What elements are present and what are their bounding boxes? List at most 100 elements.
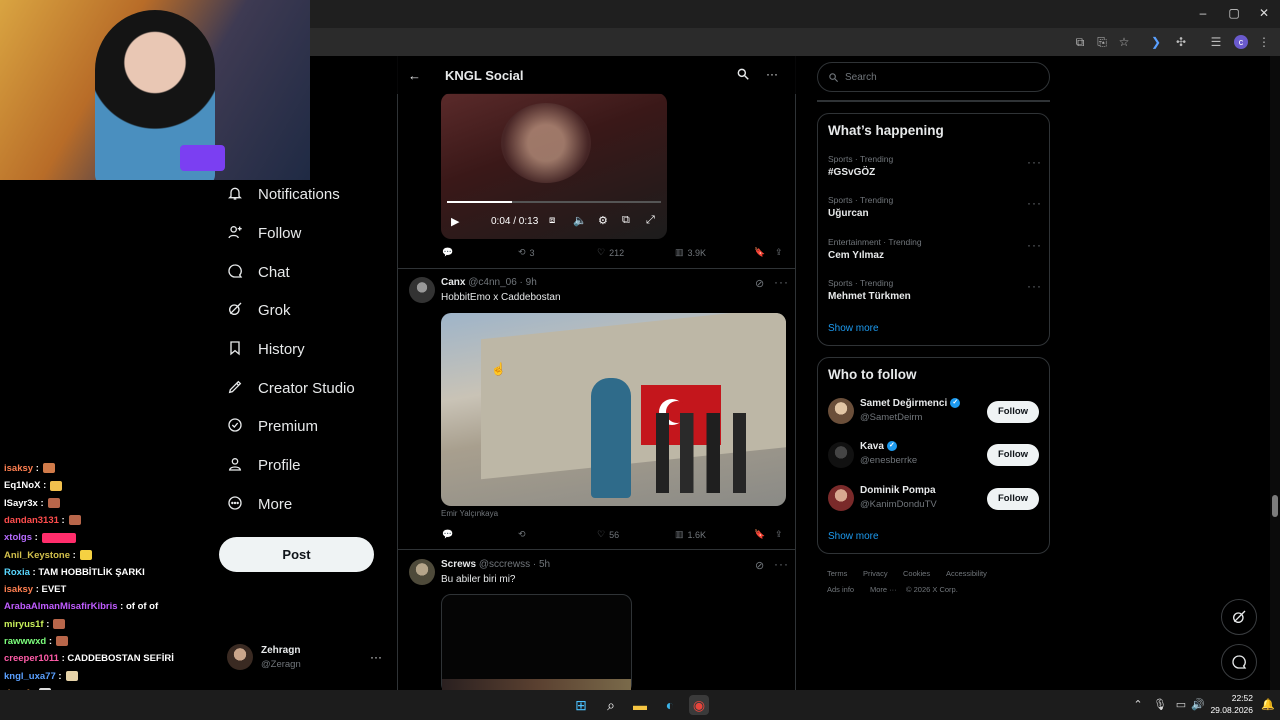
user-avatar[interactable] [828,398,854,424]
author-name: Canx [441,277,466,288]
bookmark-star-icon[interactable]: ☆ [1116,35,1132,49]
tweet-avatar[interactable] [409,559,435,585]
close-window-button[interactable]: ✕ [1254,6,1274,20]
tweet-author[interactable]: Canx @c4nn_06 · 9h [441,277,537,288]
reply-button[interactable]: 💬 [442,247,453,258]
search-box[interactable]: Search [817,62,1050,92]
nav-grok[interactable]: Grok [226,296,291,324]
account-menu-icon[interactable]: ··· [370,650,382,664]
footer-more[interactable]: More ··· [870,585,897,594]
follow-show-more[interactable]: Show more [828,531,879,542]
minimize-button[interactable]: – [1193,6,1213,20]
follow-button[interactable]: Follow [987,401,1039,423]
trend-more-icon[interactable]: ··· [1027,238,1042,252]
follow-button[interactable]: Follow [987,444,1039,466]
user-avatar[interactable] [828,442,854,468]
view-count: 1.6K [687,529,707,540]
browser-profile-icon[interactable]: c [1234,35,1248,49]
user-name[interactable]: Kava ✓ [860,441,897,452]
tweet-more-icon[interactable]: ··· [774,557,789,571]
share-button[interactable]: ⇪ [775,529,783,540]
trends-show-more[interactable]: Show more [828,323,879,334]
account-avatar[interactable] [227,644,253,670]
share-button[interactable]: ⇪ [775,247,783,258]
edge-browser-icon[interactable]: ◐ [660,695,680,715]
volume-icon[interactable]: 🔈 [573,214,587,227]
tweet-author[interactable]: Screws @sccrewss · 5h [441,559,550,570]
nav-notifications[interactable]: Notifications [226,180,340,208]
trend-name[interactable]: Cem Yılmaz [828,250,884,261]
like-button[interactable]: ♡ 212 [597,247,624,258]
follow-button[interactable]: Follow [987,488,1039,510]
reply-button[interactable]: 💬 [442,529,453,540]
user-name[interactable]: Samet Değirmenci ✓ [860,398,961,409]
play-icon[interactable]: ▶ [451,215,459,228]
messages-fab[interactable] [1221,644,1257,680]
taskbar-date[interactable]: 29.08.2026 [1204,705,1253,715]
trend-more-icon[interactable]: ··· [1027,196,1042,210]
footer-ads-info[interactable]: Ads info [827,585,854,594]
browser-menu-icon[interactable]: ⋮ [1256,35,1272,49]
maximize-button[interactable]: ▢ [1224,6,1244,20]
translate-icon[interactable]: ⧉ [1072,35,1088,50]
page-scrollbar[interactable] [1270,56,1280,690]
bookmark-button[interactable]: 🔖 [754,529,765,540]
windows-start-icon[interactable]: ⊞ [571,695,591,715]
chat-text: TAM HOBBİTLİK ŞARKI [35,566,145,578]
views-button[interactable]: ▥ 1.6K [675,529,706,540]
search-icon[interactable] [736,67,750,86]
chrome-browser-icon[interactable]: ◉ [689,695,709,715]
trend-name[interactable]: Mehmet Türkmen [828,291,911,302]
nav-chat[interactable]: Chat [226,258,290,286]
tab-search-icon[interactable]: ☰ [1208,35,1224,49]
taskbar-clock[interactable]: 22:52 [1213,693,1253,703]
tweet-media[interactable] [441,594,632,690]
footer-privacy[interactable]: Privacy [863,569,888,578]
tweet-more-icon[interactable]: ··· [774,275,789,289]
nav-history[interactable]: History [226,335,305,363]
footer-accessibility[interactable]: Accessibility [946,569,987,578]
tray-mic-icon[interactable]: 🎙 [1150,695,1170,715]
webcam-overlay [0,0,310,180]
captions-icon[interactable]: ⧈ [549,215,555,226]
nav-more[interactable]: More [226,490,292,518]
footer-terms[interactable]: Terms [827,569,847,578]
scrollbar-thumb[interactable] [1272,495,1278,517]
nav-premium[interactable]: Premium [226,412,318,440]
settings-icon[interactable]: ⚙ [598,214,608,227]
post-button[interactable]: Post [219,537,374,572]
video-player[interactable]: ▶ 0:04 / 0:13 ⧈ 🔈 ⚙ ⧉ ⤢ [441,93,667,239]
nav-creator-studio[interactable]: Creator Studio [226,374,355,402]
user-avatar[interactable] [828,485,854,511]
trend-more-icon[interactable]: ··· [1027,155,1042,169]
trend-name[interactable]: #GSvGÖZ [828,167,875,178]
extension-icon[interactable]: ❯ [1148,35,1164,49]
grok-analyze-icon[interactable]: ⊘ [755,559,764,572]
trend-name[interactable]: Uğurcan [828,208,869,219]
like-button[interactable]: ♡ 56 [597,529,619,540]
header-more-icon[interactable]: ··· [766,67,778,81]
trend-more-icon[interactable]: ··· [1027,279,1042,293]
user-name[interactable]: Dominik Pompa [860,485,936,496]
repost-button[interactable]: ⟲ 3 [518,247,535,258]
file-explorer-icon[interactable]: ▬ [630,695,650,715]
tweet-avatar[interactable] [409,277,435,303]
back-arrow-icon[interactable]: ← [408,68,421,83]
tray-chevron-icon[interactable]: ⌃ [1128,695,1148,715]
taskbar-search-icon[interactable]: ⌕ [601,695,621,715]
grok-fab[interactable] [1221,599,1257,635]
tweet-image[interactable] [441,313,786,506]
fullscreen-icon[interactable]: ⤢ [646,214,655,227]
grok-analyze-icon[interactable]: ⊘ [755,277,764,290]
views-button[interactable]: ▥ 3.9K [675,247,706,258]
install-app-icon[interactable]: ⎘ [1094,35,1110,50]
bookmark-button[interactable]: 🔖 [754,247,765,258]
puzzle-icon[interactable]: ✣ [1173,35,1189,49]
nav-follow[interactable]: Follow [226,219,301,247]
footer-cookies[interactable]: Cookies [903,569,930,578]
notification-bell-icon[interactable]: 🔔 [1258,695,1278,715]
pip-icon[interactable]: ⧉ [622,214,630,227]
search-placeholder: Search [845,71,877,83]
repost-button[interactable]: ⟲ [518,529,526,540]
nav-profile[interactable]: Profile [226,451,301,479]
